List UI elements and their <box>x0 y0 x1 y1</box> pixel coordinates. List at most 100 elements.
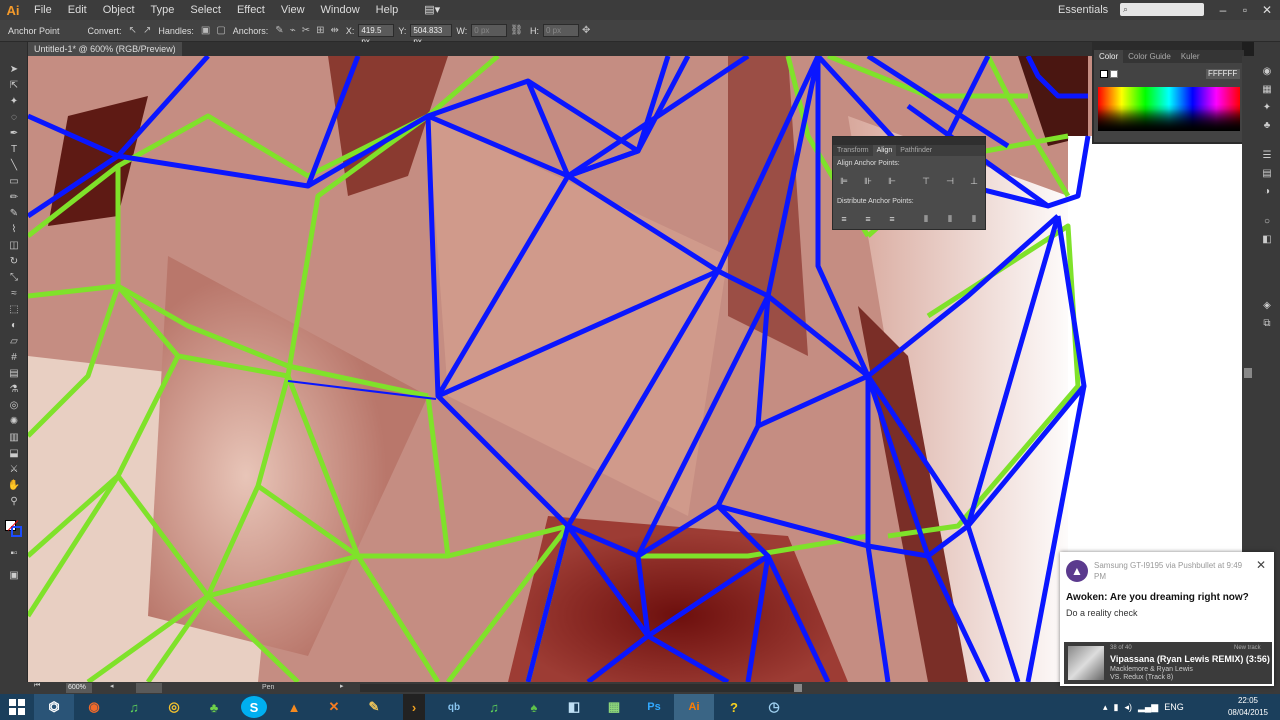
cut-path-icon[interactable]: ✂ <box>299 25 313 36</box>
x-input[interactable]: 419.5 px <box>358 24 395 46</box>
tab-pathfinder[interactable]: Pathfinder <box>896 145 936 156</box>
nav-first-icon[interactable]: ⏮ <box>34 682 40 690</box>
tab-color-guide[interactable]: Color Guide <box>1123 50 1176 63</box>
distribute-top-icon[interactable]: ≡ <box>837 213 851 225</box>
menu-view[interactable]: View <box>273 0 313 20</box>
paintbrush-tool-icon[interactable]: ✏ <box>7 192 21 204</box>
hex-input[interactable]: FFFFFF <box>1206 69 1240 79</box>
gradient-panel-icon[interactable]: ▤ <box>1260 168 1274 180</box>
start-button[interactable] <box>0 694 34 720</box>
scale-tool-icon[interactable]: ⤡ <box>7 272 21 284</box>
layers-panel-icon[interactable]: ◈ <box>1260 300 1274 312</box>
menu-edit[interactable]: Edit <box>60 0 95 20</box>
shape-builder-tool-icon[interactable]: ◐ <box>7 320 21 332</box>
screen-mode-icon[interactable]: ▣ <box>7 570 21 582</box>
skype-icon[interactable]: S <box>241 696 267 718</box>
distribute-bottom-icon[interactable]: ≡ <box>885 213 899 225</box>
align-left-icon[interactable]: ⊫ <box>837 175 851 187</box>
rectangle-tool-icon[interactable]: ▭ <box>7 176 21 188</box>
zoom-input[interactable]: 600% <box>66 683 92 693</box>
color-spectrum[interactable] <box>1098 87 1240 131</box>
tab-align[interactable]: Align <box>872 145 897 156</box>
help-icon[interactable]: ? <box>714 694 754 720</box>
brushes-panel-icon[interactable]: ✦ <box>1260 102 1274 114</box>
w-input[interactable]: 0 px <box>471 24 508 37</box>
hide-handles-icon[interactable]: ▢ <box>213 25 228 36</box>
xbox-icon[interactable]: ✕ <box>314 694 354 720</box>
tray-expand-icon[interactable]: ▴ <box>1100 702 1111 713</box>
selection-tool-icon[interactable]: ➤ <box>7 64 21 76</box>
arrange-documents-icon[interactable]: ▤▾ <box>416 0 448 20</box>
zoom-tool-icon[interactable]: ⚲ <box>7 496 21 508</box>
mesh-tool-icon[interactable]: # <box>7 352 21 364</box>
direct-selection-tool-icon[interactable]: ⇱ <box>7 80 21 92</box>
link-icon[interactable]: ⛓ <box>507 25 526 36</box>
spotify-icon[interactable]: ♫ <box>114 694 154 720</box>
fill-swatch[interactable] <box>1100 70 1108 78</box>
stroke-swatch[interactable] <box>1110 70 1118 78</box>
close-icon[interactable]: ✕ <box>1256 558 1266 572</box>
appearance-panel-icon[interactable]: ○ <box>1260 216 1274 228</box>
isolate-icon[interactable]: ⊞ <box>313 25 327 36</box>
qbittorrent-icon[interactable]: qb <box>434 694 474 720</box>
distribute-vcenter-icon[interactable]: ≡ <box>861 213 875 225</box>
convert-smooth-icon[interactable]: ↗ <box>140 25 154 36</box>
distribute-right-icon[interactable]: ⦀ <box>967 213 981 225</box>
vlc-icon[interactable]: ▲ <box>274 694 314 720</box>
chrome-icon[interactable]: ◎ <box>154 694 194 720</box>
graph-tool-icon[interactable]: ▥ <box>7 432 21 444</box>
eraser-tool-icon[interactable]: ◫ <box>7 240 21 252</box>
tree-icon[interactable]: ♠ <box>514 694 554 720</box>
wifi-icon[interactable]: ▂▄▆ <box>1135 702 1161 713</box>
free-transform-tool-icon[interactable]: ⬚ <box>7 304 21 316</box>
hand-tool-icon[interactable]: ✋ <box>7 480 21 492</box>
clover-icon[interactable]: ♣ <box>194 694 234 720</box>
menu-effect[interactable]: Effect <box>229 0 273 20</box>
search-input[interactable]: ⌕ <box>1120 3 1204 16</box>
show-handles-icon[interactable]: ▣ <box>198 25 213 36</box>
now-playing-card[interactable]: 38 of 40 New track Vipassana (Ryan Lewis… <box>1064 642 1272 684</box>
width-tool-icon[interactable]: ≈ <box>7 288 21 300</box>
slice-tool-icon[interactable]: ⚔ <box>7 464 21 476</box>
magic-wand-tool-icon[interactable]: ✦ <box>7 96 21 108</box>
terminal-icon[interactable]: › <box>403 694 425 720</box>
distribute-left-icon[interactable]: ⦀ <box>919 213 933 225</box>
convert-corner-icon[interactable]: ↖ <box>126 25 140 36</box>
eyedropper-tool-icon[interactable]: ⚗ <box>7 384 21 396</box>
h-input[interactable]: 0 px <box>542 24 579 37</box>
graphic-styles-panel-icon[interactable]: ◧ <box>1260 234 1274 246</box>
artboard-tool-icon[interactable]: ⬓ <box>7 448 21 460</box>
close-icon[interactable]: ✕ <box>1256 0 1278 20</box>
horizontal-scroll-thumb[interactable] <box>794 684 802 692</box>
artboard-number-input[interactable] <box>136 683 162 693</box>
pen-tool-icon[interactable]: ✒ <box>7 128 21 140</box>
menu-select[interactable]: Select <box>182 0 229 20</box>
minimize-icon[interactable]: – <box>1212 0 1234 20</box>
transform-icon[interactable]: ✥ <box>579 25 593 36</box>
nav-prev-icon[interactable]: ◂ <box>110 682 114 690</box>
color-panel-icon[interactable]: ◉ <box>1260 66 1274 78</box>
tab-color[interactable]: Color <box>1094 50 1124 63</box>
align-vcenter-icon[interactable]: ⊣ <box>943 175 957 187</box>
horizontal-scrollbar[interactable] <box>360 684 802 692</box>
artboards-panel-icon[interactable]: ⧉ <box>1260 318 1274 330</box>
distribute-hcenter-icon[interactable]: ⦀ <box>943 213 957 225</box>
swatches-panel-icon[interactable]: ▦ <box>1260 84 1274 96</box>
perspective-tool-icon[interactable]: ▱ <box>7 336 21 348</box>
image-icon[interactable]: ▦ <box>594 694 634 720</box>
document-tab[interactable]: Untitled-1* @ 600% (RGB/Preview) <box>28 42 182 56</box>
rotate-tool-icon[interactable]: ↻ <box>7 256 21 268</box>
blob-brush-tool-icon[interactable]: ⌇ <box>7 224 21 236</box>
color-mode-icon[interactable]: ▪▫ <box>7 548 21 560</box>
maximize-icon[interactable]: ▫ <box>1234 0 1256 20</box>
stroke-panel-icon[interactable]: ☰ <box>1260 150 1274 162</box>
menu-type[interactable]: Type <box>143 0 183 20</box>
symbol-sprayer-tool-icon[interactable]: ✺ <box>7 416 21 428</box>
type-tool-icon[interactable]: T <box>7 144 21 156</box>
transparency-panel-icon[interactable]: ◑ <box>1260 186 1274 198</box>
fill-stroke-icon[interactable] <box>5 520 23 538</box>
y-input[interactable]: 504.833 px <box>410 24 453 46</box>
line-tool-icon[interactable]: ╲ <box>7 160 21 172</box>
spotify-alt-icon[interactable]: ♫ <box>474 694 514 720</box>
blend-tool-icon[interactable]: ◎ <box>7 400 21 412</box>
